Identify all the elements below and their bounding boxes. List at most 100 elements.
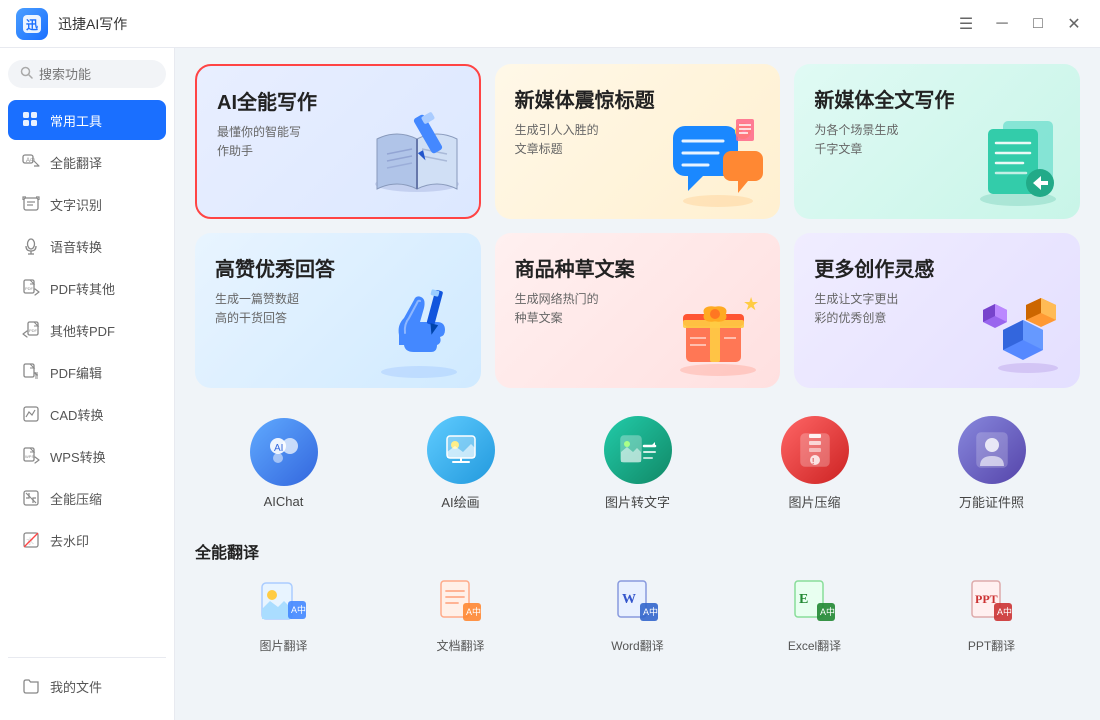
tool-img-translate[interactable]: A中 图片翻译 <box>195 575 372 654</box>
card-image <box>968 111 1068 211</box>
content-area: AI全能写作 最懂你的智能写作助手 <box>175 48 1100 720</box>
svg-text:PDF: PDF <box>29 328 38 333</box>
sidebar-item-watermark[interactable]: 水 去水印 <box>8 520 166 560</box>
close-button[interactable]: ✕ <box>1064 14 1084 34</box>
svg-text:A中: A中 <box>643 606 658 617</box>
maximize-button[interactable]: □ <box>1028 14 1048 34</box>
translate-label: 图片翻译 <box>259 637 307 654</box>
tool-id-photo[interactable]: 万能证件照 <box>903 408 1080 519</box>
sidebar-item-other-to-pdf[interactable]: PDF 其他转PDF <box>8 310 166 350</box>
tool-word-translate[interactable]: W A中 Word翻译 <box>549 575 726 654</box>
ocr-icon <box>20 193 42 215</box>
card-more-inspiration[interactable]: 更多创作灵感 生成让文字更出彩的优秀创意 <box>794 233 1080 388</box>
svg-text:PDF: PDF <box>25 286 34 291</box>
sidebar-item-label: 全能压缩 <box>50 489 154 508</box>
compress-icon <box>20 487 42 509</box>
sidebar-item-pdf-to-other[interactable]: PDF PDF转其他 <box>8 268 166 308</box>
sidebar-item-cad[interactable]: CAD转换 <box>8 394 166 434</box>
sidebar-item-wps[interactable]: WPS WPS转换 <box>8 436 166 476</box>
card-image <box>367 109 467 209</box>
ppt-translate-icon: PPT A中 <box>964 575 1020 631</box>
translate-label: Word翻译 <box>611 637 663 654</box>
tool-label: 图片转文字 <box>605 492 670 511</box>
card-title: 新媒体震惊标题 <box>515 84 761 113</box>
card-new-media-full[interactable]: 新媒体全文写作 为各个场景生成千字文章 <box>794 64 1080 219</box>
tool-label: AI绘画 <box>441 492 479 511</box>
sidebar-item-label: 其他转PDF <box>50 321 154 340</box>
menu-button[interactable]: ☰ <box>956 14 976 34</box>
tool-ai-draw[interactable]: AI绘画 <box>372 408 549 519</box>
watermark-icon: 水 <box>20 529 42 551</box>
tool-img-to-text[interactable]: 图片转文字 <box>549 408 726 519</box>
search-input[interactable] <box>39 67 154 82</box>
window-controls: ☰ ─ □ ✕ <box>956 14 1084 34</box>
svg-text:★: ★ <box>743 294 759 314</box>
icon-tools-row: AI AIChat AI绘画 <box>195 408 1080 519</box>
doc-translate-icon: A中 <box>433 575 489 631</box>
folder-icon <box>20 675 42 697</box>
card-desc: 为各个场景生成千字文章 <box>814 121 949 159</box>
excel-translate-icon: E A中 <box>787 575 843 631</box>
card-ai-writing[interactable]: AI全能写作 最懂你的智能写作助手 <box>195 64 481 219</box>
card-image: ✦ <box>668 111 768 211</box>
aidraw-icon <box>427 416 495 484</box>
card-image: ★ <box>668 280 768 380</box>
sidebar-item-common-tools[interactable]: 常用工具 <box>8 100 166 140</box>
sidebar-item-label: WPS转换 <box>50 447 154 466</box>
main-layout: 常用工具 A 中 全能翻译 <box>0 48 1100 720</box>
card-title: 高赞优秀回答 <box>215 253 461 282</box>
card-desc: 最懂你的智能写作助手 <box>217 123 350 161</box>
tool-label: 万能证件照 <box>959 492 1024 511</box>
svg-text:E: E <box>799 592 808 607</box>
svg-text:AI: AI <box>274 443 283 454</box>
sidebar-bottom: 我的文件 <box>8 657 166 708</box>
sidebar-item-label: 文字识别 <box>50 195 154 214</box>
card-product-seeding[interactable]: 商品种草文案 生成网络热门的种草文案 <box>495 233 781 388</box>
sidebar-item-my-files[interactable]: 我的文件 <box>8 666 166 706</box>
svg-text:A中: A中 <box>466 606 481 617</box>
sidebar-item-label: 去水印 <box>50 531 154 550</box>
tool-aichat[interactable]: AI AIChat <box>195 410 372 517</box>
grid-icon <box>20 109 42 131</box>
sidebar-item-pdf-edit[interactable]: PDF编辑 <box>8 352 166 392</box>
svg-text:中: 中 <box>30 157 35 164</box>
pdf-to-other-icon: PDF <box>20 277 42 299</box>
tool-ppt-translate[interactable]: PPT A中 PPT翻译 <box>903 575 1080 654</box>
tool-doc-translate[interactable]: A中 文档翻译 <box>372 575 549 654</box>
minimize-button[interactable]: ─ <box>992 14 1012 34</box>
img-translate-icon: A中 <box>256 575 312 631</box>
to-pdf-icon: PDF <box>20 319 42 341</box>
card-new-media-title[interactable]: 新媒体震惊标题 生成引人入胜的文章标题 <box>495 64 781 219</box>
card-image <box>968 280 1068 380</box>
card-desc: 生成让文字更出彩的优秀创意 <box>814 290 949 328</box>
svg-text:A中: A中 <box>997 606 1012 617</box>
svg-text:A中: A中 <box>291 604 306 615</box>
sidebar-item-compress[interactable]: 全能压缩 <box>8 478 166 518</box>
card-desc: 生成一篇赞数超高的干货回答 <box>215 290 350 328</box>
sidebar-item-label: 语音转换 <box>50 237 154 256</box>
cad-icon <box>20 403 42 425</box>
tool-excel-translate[interactable]: E A中 Excel翻译 <box>726 575 903 654</box>
translate-icon: A 中 <box>20 151 42 173</box>
tool-img-compress[interactable]: ! 图片压缩 <box>726 408 903 519</box>
svg-text:W: W <box>622 592 636 607</box>
sidebar-item-translate[interactable]: A 中 全能翻译 <box>8 142 166 182</box>
sidebar-item-label: PDF编辑 <box>50 363 154 382</box>
aichat-icon: AI <box>250 418 318 486</box>
search-box[interactable] <box>8 60 166 88</box>
sidebar-item-label: CAD转换 <box>50 405 154 424</box>
translate-label: 文档翻译 <box>436 637 484 654</box>
svg-text:WPS: WPS <box>25 454 34 459</box>
card-title: AI全能写作 <box>217 86 459 115</box>
tool-label: AIChat <box>264 494 304 509</box>
card-desc: 生成引人入胜的文章标题 <box>515 121 650 159</box>
sidebar-item-ocr[interactable]: 文字识别 <box>8 184 166 224</box>
sidebar-item-speech[interactable]: 语音转换 <box>8 226 166 266</box>
card-high-praise[interactable]: 高赞优秀回答 生成一篇赞数超高的干货回答 <box>195 233 481 388</box>
svg-text:!: ! <box>812 457 814 466</box>
sidebar-item-label: PDF转其他 <box>50 279 154 298</box>
titlebar: 迅 迅捷AI写作 ☰ ─ □ ✕ <box>0 0 1100 48</box>
speech-icon <box>20 235 42 257</box>
svg-text:迅: 迅 <box>26 18 38 32</box>
translate-label: Excel翻译 <box>788 637 841 654</box>
